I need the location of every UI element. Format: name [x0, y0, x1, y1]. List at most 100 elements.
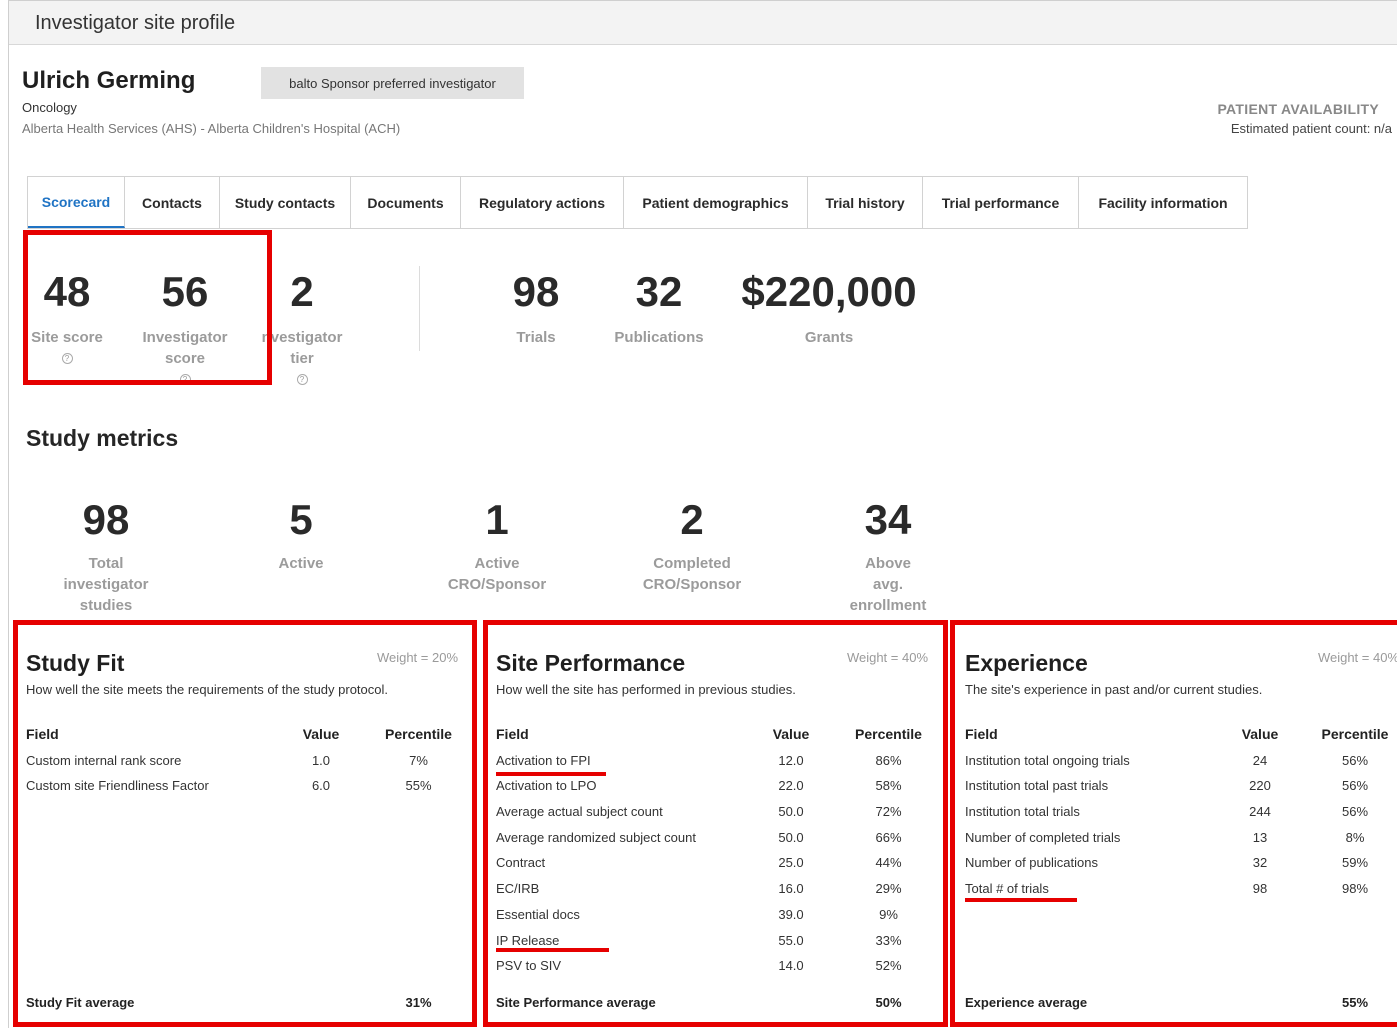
study-fit-description: How well the site meets the requirements… — [26, 682, 389, 697]
row-percentile: 86% — [875, 753, 902, 768]
metric-label: Above avg. enrollment — [833, 553, 943, 616]
metric-label-line: CRO/Sponsor — [447, 576, 547, 593]
tab-trial-history[interactable]: Trial history — [808, 177, 923, 228]
row-percentile: 55% — [405, 778, 432, 793]
row-field: Total # of trials — [965, 881, 1049, 896]
experience-panel: Experience Weight = 40% The site's exper… — [965, 626, 1397, 1024]
row-field: EC/IRB — [496, 881, 540, 896]
table-header: Field Value Percentile — [496, 726, 930, 742]
help-icon[interactable]: ? — [296, 374, 308, 385]
column-header-value: Value — [1241, 726, 1279, 742]
experience-weight: Weight = 40% — [1317, 650, 1397, 665]
site-score-label: Site score — [31, 329, 103, 346]
table-row: IP Release 55.0 33% — [496, 933, 930, 948]
table-row: Institution total trials 244 56% — [965, 804, 1395, 819]
row-percentile: 29% — [875, 881, 902, 896]
metric-label-line: Completed — [653, 555, 731, 572]
investigator-tier-label-line: nvestigator — [261, 329, 343, 346]
tab-trial-performance[interactable]: Trial performance — [923, 177, 1079, 228]
tab-facility-information[interactable]: Facility information — [1079, 177, 1247, 228]
metric-label-line: Total — [88, 555, 124, 572]
help-icon[interactable]: ? — [61, 353, 73, 364]
metric-label-line: Above — [865, 555, 911, 572]
tab-contacts[interactable]: Contacts — [125, 177, 220, 228]
column-header-field: Field — [965, 726, 998, 742]
row-percentile: 56% — [1341, 753, 1369, 768]
average-value: 31% — [405, 995, 432, 1010]
column-header-percentile: Percentile — [1321, 726, 1389, 742]
table-row: EC/IRB 16.0 29% — [496, 881, 930, 896]
table-row: Number of publications 32 59% — [965, 855, 1395, 870]
table-row: Number of completed trials 13 8% — [965, 830, 1395, 845]
annotation-underline — [496, 948, 609, 952]
row-field: Average actual subject count — [496, 804, 663, 819]
table-header: Field Value Percentile — [965, 726, 1395, 742]
metric-label-line: studies — [79, 597, 133, 614]
experience-description: The site's experience in past and/or cur… — [965, 682, 1263, 697]
institution: Alberta Health Services (AHS) - Alberta … — [22, 121, 401, 136]
row-field: IP Release — [496, 933, 560, 948]
grants-amount: $220,000 Grants — [724, 271, 934, 348]
study-fit-weight: Weight = 20% — [376, 650, 458, 665]
row-percentile: 9% — [879, 907, 898, 922]
row-value: 1.0 — [311, 753, 331, 768]
row-value: 22.0 — [778, 778, 804, 793]
row-percentile: 59% — [1341, 855, 1369, 870]
tab-regulatory-actions[interactable]: Regulatory actions — [461, 177, 624, 228]
metric-total-investigator-studies: 98 Total investigator studies — [56, 499, 156, 616]
column-header-value: Value — [772, 726, 810, 742]
site-performance-title: Site Performance — [496, 650, 686, 676]
row-percentile: 56% — [1341, 778, 1369, 793]
row-value: 50.0 — [778, 804, 804, 819]
row-field: PSV to SIV — [496, 958, 562, 973]
experience-average: Experience average 55% — [965, 995, 1395, 1010]
investigator-tier-label-line: tier — [290, 350, 314, 367]
row-field: Number of completed trials — [965, 830, 1121, 845]
table-header: Field Value Percentile — [26, 726, 460, 742]
table-row: Essential docs 39.0 9% — [496, 907, 930, 922]
row-field: Activation to LPO — [496, 778, 597, 793]
metric-value: 34 — [864, 496, 912, 543]
row-value: 14.0 — [778, 958, 804, 973]
row-percentile: 7% — [409, 753, 428, 768]
metric-label: Active — [251, 553, 351, 574]
site-performance-description: How well the site has performed in previ… — [496, 682, 796, 697]
metric-label: Completed CRO/Sponsor — [627, 553, 757, 595]
table-row: Custom site Friendliness Factor 6.0 55% — [26, 778, 460, 793]
metric-label-line: avg. — [872, 576, 903, 593]
row-field: Institution total trials — [965, 804, 1080, 819]
grants-label: Grants — [804, 329, 854, 346]
table-row: PSV to SIV 14.0 52% — [496, 958, 930, 973]
metric-label: Total investigator studies — [56, 553, 156, 616]
row-field: Number of publications — [965, 855, 1098, 870]
grants-value: $220,000 — [741, 268, 917, 315]
investigator-score: 56 Investigator score ? — [137, 271, 233, 387]
metric-label-line: investigator — [63, 576, 149, 593]
row-value: 6.0 — [311, 778, 331, 793]
site-score-value: 48 — [43, 268, 91, 315]
row-value: 25.0 — [778, 855, 804, 870]
row-value: 12.0 — [778, 753, 804, 768]
tab-documents[interactable]: Documents — [351, 177, 461, 228]
row-value: 220 — [1249, 778, 1271, 793]
metric-value: 2 — [680, 496, 704, 543]
investigator-score-value: 56 — [161, 268, 209, 315]
table-row: Total # of trials 98 98% — [965, 881, 1395, 896]
tab-scorecard[interactable]: Scorecard — [28, 177, 125, 228]
tab-patient-demographics[interactable]: Patient demographics — [624, 177, 808, 228]
row-percentile: 98% — [1341, 881, 1369, 896]
row-field: Custom site Friendliness Factor — [26, 778, 209, 793]
tab-study-contacts[interactable]: Study contacts — [220, 177, 351, 228]
site-score: 48 Site score ? — [26, 271, 108, 366]
column-header-percentile: Percentile — [855, 726, 922, 742]
row-value: 16.0 — [778, 881, 804, 896]
row-field: Institution total ongoing trials — [965, 753, 1130, 768]
trials-label: Trials — [516, 329, 556, 346]
row-field: Contract — [496, 855, 546, 870]
help-icon[interactable]: ? — [179, 374, 191, 385]
site-performance-weight: Weight = 40% — [846, 650, 928, 665]
row-value: 244 — [1249, 804, 1271, 819]
row-value: 24 — [1252, 753, 1268, 768]
table-row: Average randomized subject count 50.0 66% — [496, 830, 930, 845]
metric-active-cro-sponsor: 1 Active CRO/Sponsor — [437, 499, 557, 595]
